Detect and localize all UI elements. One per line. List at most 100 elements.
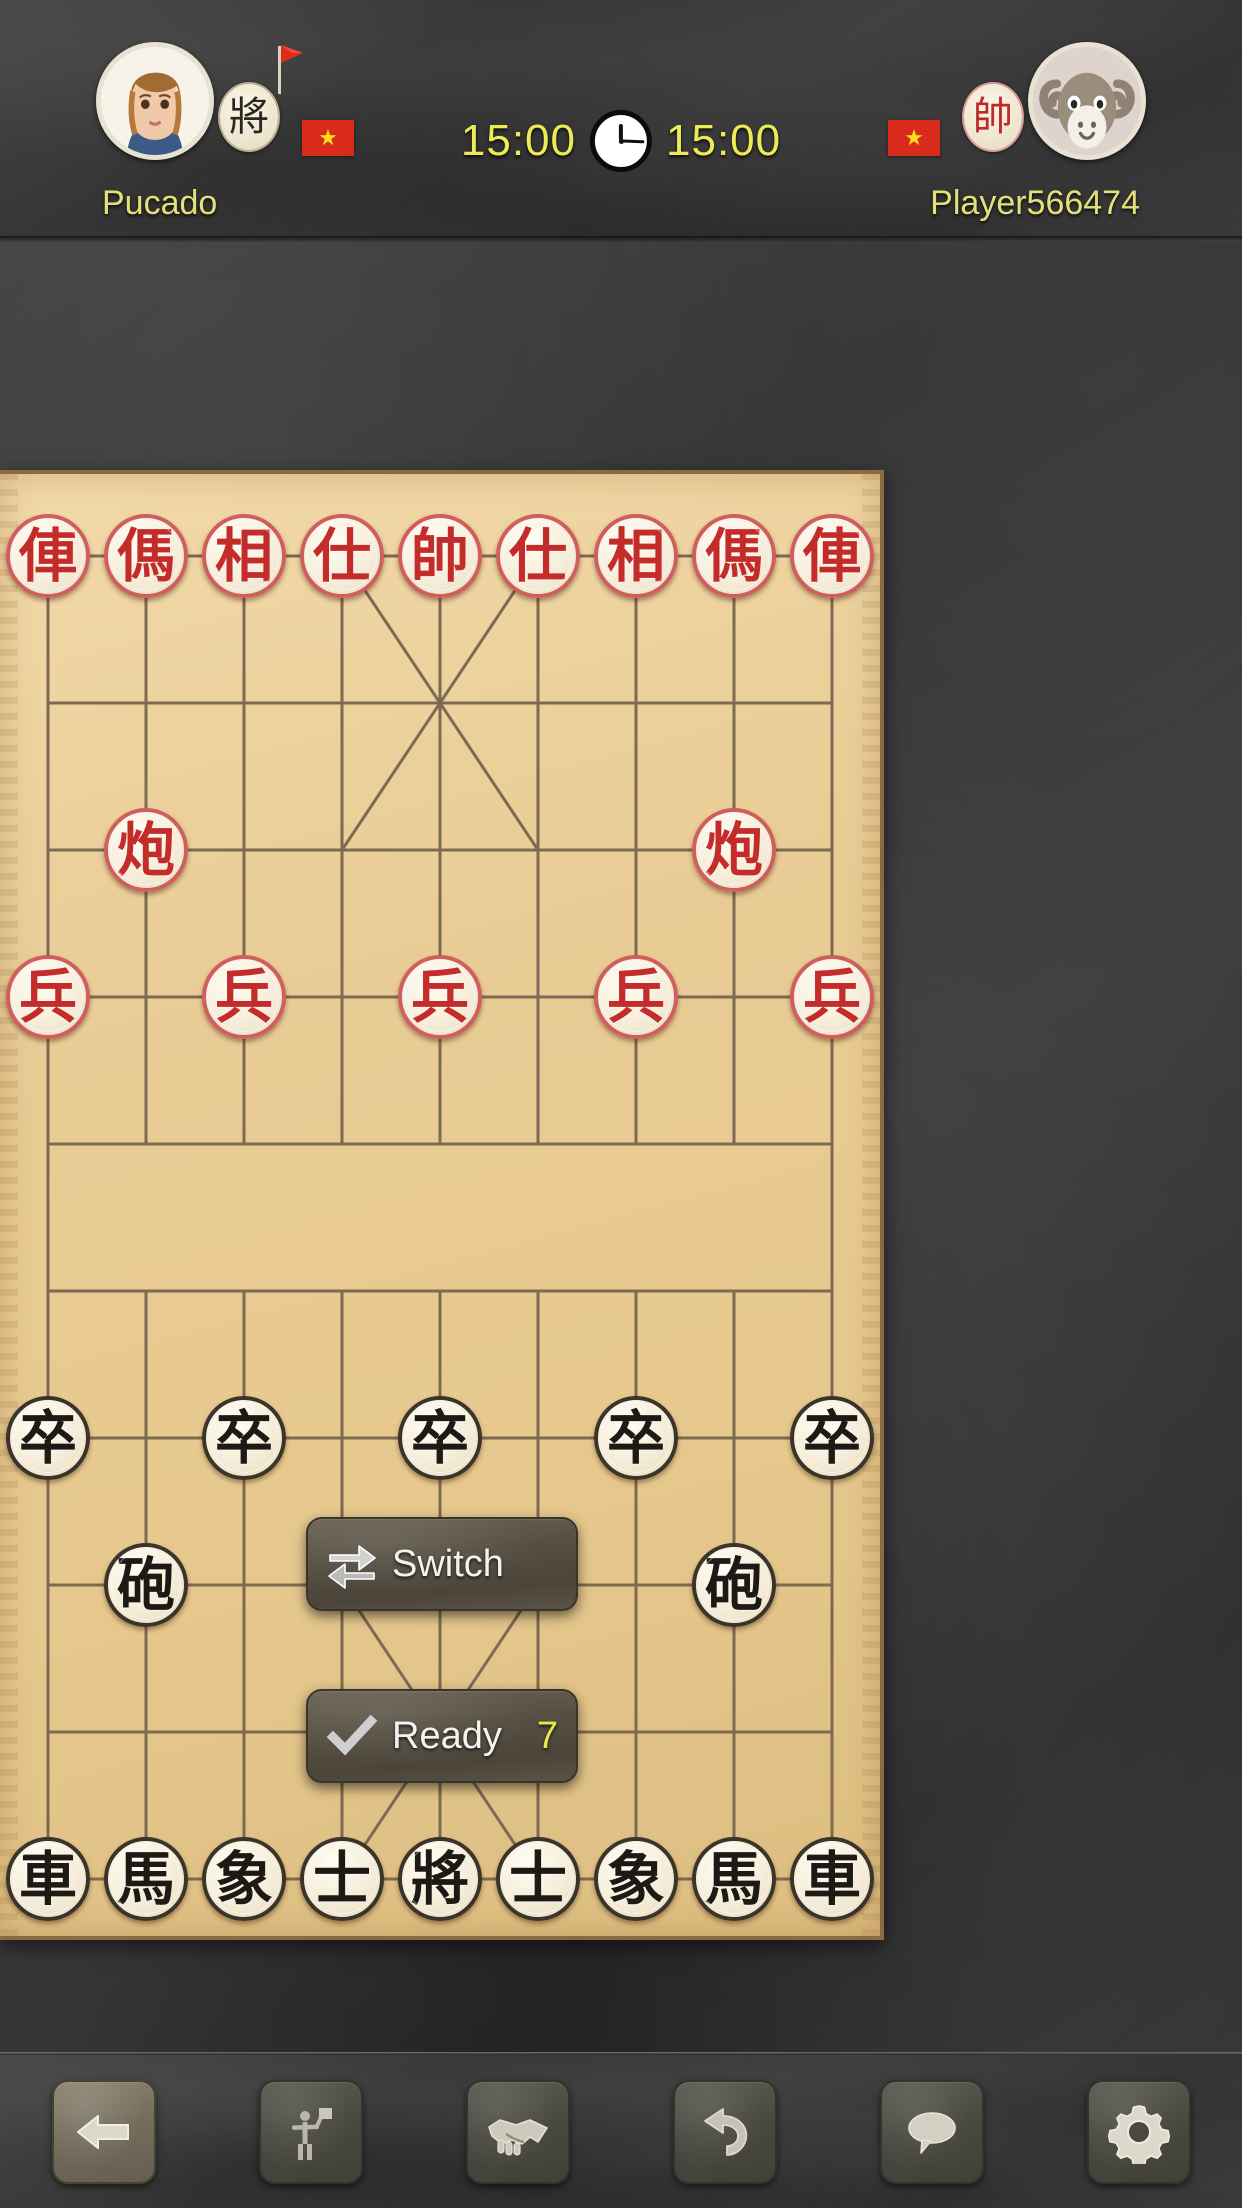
piece-glyph: 卒 [802, 1404, 861, 1472]
red-horse-right[interactable]: 傌 [692, 514, 776, 598]
black-soldier-4[interactable]: 卒 [594, 1396, 678, 1480]
draw-button[interactable] [465, 2079, 570, 2184]
piece-glyph: 俥 [18, 522, 77, 590]
piece-glyph: 兵 [214, 963, 273, 1031]
clock-left-time: 15:00 [460, 116, 576, 165]
red-soldier-4[interactable]: 兵 [594, 955, 678, 1039]
piece-glyph: 士 [508, 1845, 567, 1913]
undo-button[interactable] [672, 2079, 777, 2184]
black-horse-left[interactable]: 馬 [104, 1837, 188, 1921]
handshake-icon [487, 2118, 548, 2156]
piece-glyph: 仕 [508, 522, 567, 590]
avatar[interactable] [1028, 42, 1146, 160]
piece-glyph: 卒 [606, 1404, 665, 1472]
avatar[interactable] [96, 42, 214, 160]
piece-glyph: 仕 [312, 522, 371, 590]
player-left-name: Pucado [102, 184, 218, 222]
ram-avatar-icon [1033, 47, 1141, 155]
clock-right-time: 15:00 [666, 116, 782, 165]
piece-glyph: 卒 [410, 1404, 469, 1472]
ready-button-label: Ready [392, 1714, 502, 1757]
piece-glyph: 砲 [704, 1551, 763, 1619]
ready-countdown: 7 [536, 1714, 558, 1757]
red-advisor-right[interactable]: 仕 [496, 514, 580, 598]
left-arrow-icon [76, 2114, 129, 2149]
black-advisor-left[interactable]: 士 [300, 1837, 384, 1921]
switch-button-label: Switch [392, 1542, 504, 1585]
piece-glyph: 炮 [116, 816, 175, 884]
surrender-flag-icon [291, 2107, 332, 2160]
back-button[interactable] [51, 2079, 156, 2184]
speech-bubble-icon [907, 2111, 956, 2154]
black-horse-right[interactable]: 馬 [692, 1837, 776, 1921]
piece-glyph: 車 [802, 1845, 861, 1913]
side-token-red: 帥 [962, 82, 1024, 152]
piece-glyph: 象 [214, 1845, 273, 1913]
red-cannon-left[interactable]: 炮 [104, 808, 188, 892]
clock-minute-hand [620, 139, 645, 144]
side-token-black: 將 [218, 82, 280, 152]
red-soldier-3[interactable]: 兵 [398, 955, 482, 1039]
player-right-name: Player566474 [930, 184, 1140, 222]
piece-glyph: 象 [606, 1845, 665, 1913]
piece-glyph: 士 [312, 1845, 371, 1913]
flag-star: ★ [904, 125, 924, 150]
red-advisor-left[interactable]: 仕 [300, 514, 384, 598]
red-general[interactable]: 帥 [398, 514, 482, 598]
piece-glyph: 炮 [704, 816, 763, 884]
black-soldier-1[interactable]: 卒 [6, 1396, 90, 1480]
black-chariot-right[interactable]: 車 [790, 1837, 874, 1921]
piece-glyph: 相 [214, 522, 273, 590]
female-avatar-icon [101, 47, 209, 155]
piece-glyph: 兵 [606, 963, 665, 1031]
black-advisor-right[interactable]: 士 [496, 1837, 580, 1921]
analog-clock-icon [590, 110, 652, 172]
red-soldier-1[interactable]: 兵 [6, 955, 90, 1039]
black-general[interactable]: 將 [398, 1837, 482, 1921]
red-elephant-left[interactable]: 相 [202, 514, 286, 598]
black-elephant-left[interactable]: 象 [202, 1837, 286, 1921]
piece-glyph: 俥 [802, 522, 861, 590]
piece-glyph: 相 [606, 522, 665, 590]
check-icon [326, 1710, 378, 1762]
red-chariot-right[interactable]: 俥 [790, 514, 874, 598]
chat-button[interactable] [879, 2079, 984, 2184]
piece-glyph: 馬 [116, 1845, 175, 1913]
side-token-glyph: 帥 [973, 94, 1013, 140]
resign-button[interactable] [258, 2079, 363, 2184]
red-soldier-5[interactable]: 兵 [790, 955, 874, 1039]
vietnam-flag-icon: ★ [888, 120, 940, 156]
red-soldier-2[interactable]: 兵 [202, 955, 286, 1039]
ready-button[interactable]: Ready 7 [306, 1689, 578, 1783]
flag-star: ★ [318, 125, 338, 150]
red-elephant-right[interactable]: 相 [594, 514, 678, 598]
vietnam-flag-icon: ★ [302, 120, 354, 156]
piece-glyph: 車 [18, 1845, 77, 1913]
red-cannon-right[interactable]: 炮 [692, 808, 776, 892]
clock-center-pin [618, 138, 624, 144]
black-soldier-3[interactable]: 卒 [398, 1396, 482, 1480]
piece-glyph: 傌 [704, 522, 763, 590]
switch-button[interactable]: Switch [306, 1517, 578, 1611]
swap-arrows-icon [326, 1538, 378, 1590]
piece-glyph: 將 [410, 1845, 469, 1913]
piece-glyph: 兵 [18, 963, 77, 1031]
black-soldier-2[interactable]: 卒 [202, 1396, 286, 1480]
red-horse-left[interactable]: 傌 [104, 514, 188, 598]
piece-glyph: 帥 [410, 522, 469, 590]
black-cannon-right[interactable]: 砲 [692, 1543, 776, 1627]
gear-icon [1107, 2104, 1170, 2164]
black-chariot-left[interactable]: 車 [6, 1837, 90, 1921]
piece-glyph: 兵 [410, 963, 469, 1031]
piece-glyph: 砲 [116, 1551, 175, 1619]
red-chariot-left[interactable]: 俥 [6, 514, 90, 598]
bottom-toolbar [0, 2052, 1242, 2208]
black-soldier-5[interactable]: 卒 [790, 1396, 874, 1480]
settings-button[interactable] [1086, 2079, 1191, 2184]
black-cannon-left[interactable]: 砲 [104, 1543, 188, 1627]
top-player-bar: 將 ★ Pucado 15:00 15:00 帥 ★ Player566474 [0, 0, 1242, 242]
board-zone: 俥傌相仕帥仕相傌俥炮炮兵兵兵兵兵卒卒卒卒卒砲砲車馬象士將士象馬車 Switch … [0, 470, 884, 1940]
black-elephant-right[interactable]: 象 [594, 1837, 678, 1921]
side-token-glyph: 將 [229, 94, 269, 140]
piece-glyph: 卒 [18, 1404, 77, 1472]
